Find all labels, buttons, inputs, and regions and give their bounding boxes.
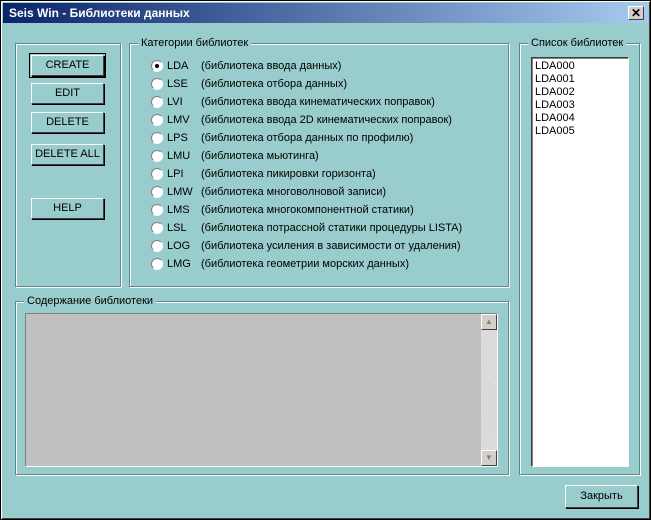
category-description: (библиотека ввода 2D кинематических попр…: [201, 114, 452, 126]
delete-button[interactable]: DELETE: [31, 112, 104, 133]
library-listbox[interactable]: LDA000 LDA001 LDA002 LDA003 LDA004 LDA005: [531, 57, 629, 467]
category-code: LMU: [167, 150, 191, 162]
contents-scrollbar[interactable]: ▲ ▼: [481, 314, 497, 466]
radio-button-icon[interactable]: [151, 132, 163, 144]
scroll-down-arrow-icon[interactable]: ▼: [481, 450, 497, 466]
radio-button-icon[interactable]: [151, 222, 163, 234]
library-list-item[interactable]: LDA005: [535, 125, 625, 138]
category-code: LSL: [167, 222, 187, 234]
help-button[interactable]: HELP: [31, 198, 104, 219]
contents-legend: Содержание библиотеки: [24, 294, 157, 308]
category-description: (библиотека потрассной статики процедуры…: [201, 222, 463, 234]
library-list-item[interactable]: LDA000: [535, 60, 625, 73]
categories-legend: Категории библиотек: [138, 36, 252, 50]
category-code: LMW: [167, 186, 193, 198]
category-description: (библиотека многокомпонентной статики): [201, 204, 414, 216]
edit-button[interactable]: EDIT: [31, 83, 104, 104]
radio-button-icon[interactable]: [151, 114, 163, 126]
category-code: LMG: [167, 258, 191, 270]
title-bar: Seis Win - Библиотеки данных ✕: [3, 3, 648, 23]
window-title: Seis Win - Библиотеки данных: [9, 6, 190, 20]
category-code: LPS: [167, 132, 188, 144]
radio-button-icon[interactable]: [151, 78, 163, 90]
category-code: LMS: [167, 204, 190, 216]
main-window: Seis Win - Библиотеки данных ✕ CREATE ED…: [0, 0, 651, 520]
create-button[interactable]: CREATE: [29, 53, 106, 78]
category-code: LDA: [167, 60, 189, 72]
radio-button-icon[interactable]: [151, 186, 163, 198]
category-code: LSE: [167, 78, 188, 90]
category-description: (библиотека мьютинга): [201, 150, 319, 162]
close-button[interactable]: Закрыть: [565, 485, 638, 508]
category-code: LPI: [167, 168, 184, 180]
category-code: LVI: [167, 96, 183, 108]
category-description: (библиотека пикировки горизонта): [201, 168, 376, 180]
library-list-item[interactable]: LDA002: [535, 86, 625, 99]
library-contents-area[interactable]: ▲ ▼: [25, 313, 498, 467]
category-description: (библиотека геометрии морских данных): [201, 258, 410, 270]
category-description: (библиотека многоволновой записи): [201, 186, 387, 198]
category-code: LMV: [167, 114, 190, 126]
radio-button-icon[interactable]: [151, 150, 163, 162]
category-description: (библиотека ввода данных): [201, 60, 342, 72]
radio-button-icon[interactable]: [151, 168, 163, 180]
radio-button-icon[interactable]: [151, 60, 163, 72]
delete-all-button[interactable]: DELETE ALL: [31, 144, 104, 165]
window-close-button[interactable]: ✕: [628, 6, 644, 20]
actions-group: [15, 43, 121, 287]
library-list-item[interactable]: LDA004: [535, 112, 625, 125]
category-description: (библиотека отбора данных по профилю): [201, 132, 414, 144]
category-code: LOG: [167, 240, 191, 252]
category-description: (библиотека ввода кинематических поправо…: [201, 96, 435, 108]
library-list-item[interactable]: LDA003: [535, 99, 625, 112]
category-description: (библиотека усиления в зависимости от уд…: [201, 240, 461, 252]
library-list-legend: Список библиотек: [528, 36, 627, 50]
category-description: (библиотека отбора данных): [201, 78, 347, 90]
library-list-item[interactable]: LDA001: [535, 73, 625, 86]
scroll-up-arrow-icon[interactable]: ▲: [481, 314, 497, 330]
radio-button-icon[interactable]: [151, 204, 163, 216]
radio-button-icon[interactable]: [151, 96, 163, 108]
radio-button-icon[interactable]: [151, 240, 163, 252]
radio-button-icon[interactable]: [151, 258, 163, 270]
